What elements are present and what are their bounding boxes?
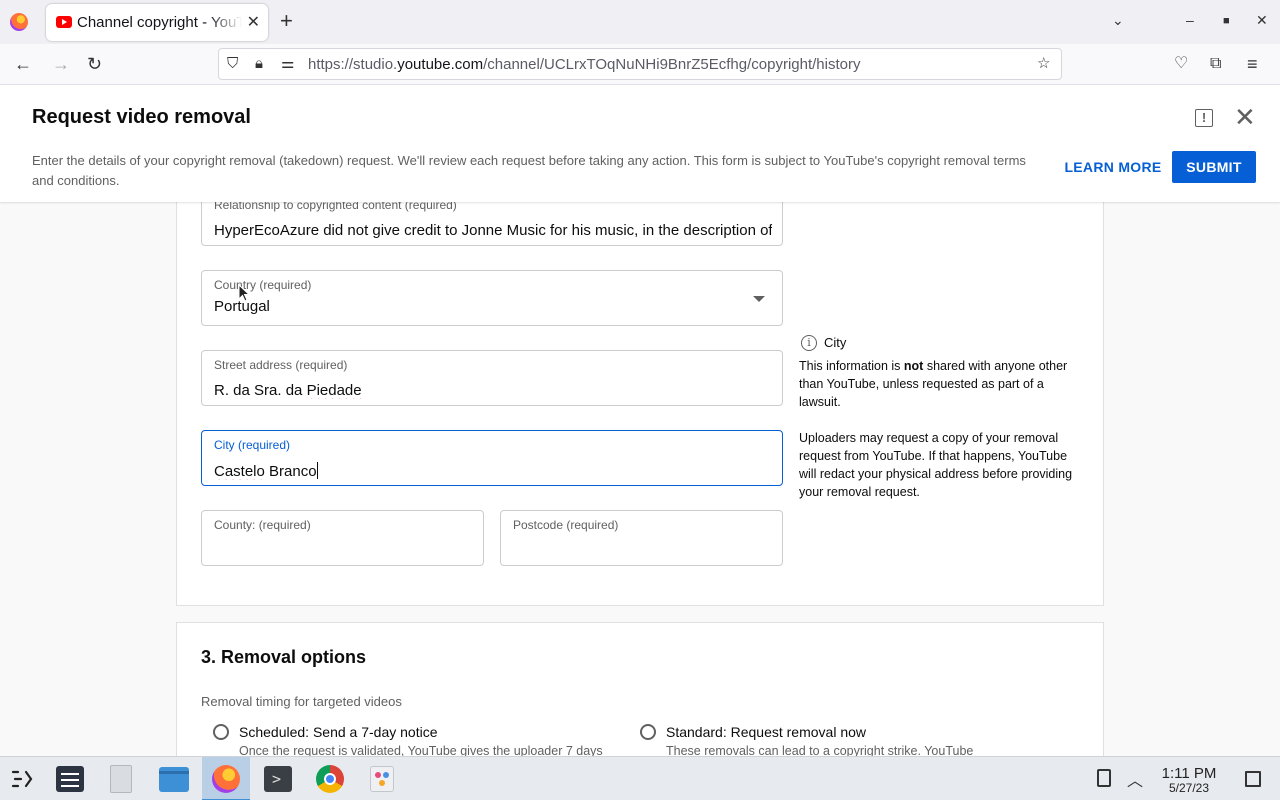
field-label: Street address (required) <box>214 358 348 372</box>
submit-button[interactable]: SUBMIT <box>1172 151 1256 183</box>
clipboard-icon[interactable] <box>1097 769 1111 787</box>
firefox-taskbar-icon[interactable] <box>202 757 250 800</box>
folder-icon[interactable] <box>150 757 198 800</box>
window-close-icon[interactable]: ✕ <box>1256 12 1268 29</box>
chrome-icon[interactable] <box>306 757 354 800</box>
forward-arrow-icon[interactable]: → <box>52 53 70 75</box>
field-value: HyperEcoAzure did not give credit to Jon… <box>214 222 772 239</box>
dialog-header: Request video removal Enter the details … <box>0 85 1280 202</box>
tab-title: Channel copyright - YouTube Studio <box>77 14 242 31</box>
field-label: County: (required) <box>214 518 311 532</box>
file-icon[interactable] <box>98 757 146 800</box>
standard-radio[interactable] <box>640 724 656 740</box>
field-label: Country (required) <box>214 278 312 292</box>
menu-hamburger-icon[interactable]: ≡ <box>1247 53 1258 75</box>
minimize-icon[interactable]: – <box>1186 12 1194 28</box>
url-bar[interactable]: ⛉ 🔒︎ ⚌ https://studio.youtube.com/channe… <box>218 48 1062 80</box>
radio-description: Once the request is validated, YouTube g… <box>239 744 603 756</box>
maximize-icon[interactable]: ■ <box>1223 15 1230 27</box>
county-field[interactable]: County: (required) <box>201 510 484 566</box>
dialog-description: Enter the details of your copyright remo… <box>32 153 1026 188</box>
radio-description: These removals can lead to a copyright s… <box>666 744 974 756</box>
dialog-title: Request video removal <box>32 106 251 128</box>
bookmark-star-icon[interactable]: ☆ <box>1037 55 1050 73</box>
terminal-icon[interactable]: > <box>254 757 302 800</box>
browser-tab[interactable]: Channel copyright - YouTube Studio ✕ <box>46 4 268 41</box>
back-arrow-icon[interactable]: ← <box>14 53 32 75</box>
lock-icon[interactable]: 🔒︎ <box>255 55 263 73</box>
radio-label[interactable]: Scheduled: Send a 7-day notice <box>239 724 437 740</box>
mouse-pointer-icon <box>238 284 250 302</box>
studio-page: Request video removal Enter the details … <box>0 85 1280 756</box>
photos-icon[interactable] <box>358 757 406 800</box>
learn-more-button[interactable]: LEARN MORE <box>1060 151 1166 183</box>
info-icon: i <box>801 335 817 351</box>
feedback-icon[interactable]: ! <box>1195 109 1213 127</box>
scheduled-radio[interactable] <box>213 724 229 740</box>
info-title: City <box>824 335 847 350</box>
close-icon[interactable]: ✕ <box>1234 103 1256 131</box>
field-value: R. da Sra. da Piedade <box>214 382 362 399</box>
browser-tab-bar: Channel copyright - YouTube Studio ✕ + ⌄… <box>0 0 1280 44</box>
street-address-field[interactable]: Street address (required) R. da Sra. da … <box>201 350 783 406</box>
reload-icon[interactable]: ↻ <box>87 53 102 75</box>
field-label: Postcode (required) <box>513 518 619 532</box>
youtube-favicon-icon <box>56 16 72 28</box>
section-subtitle: Removal timing for targeted videos <box>201 694 402 709</box>
show-desktop-icon[interactable] <box>1245 771 1261 787</box>
info-privacy-text: This information is not shared with anyo… <box>799 359 1068 409</box>
removal-options-card: 3. Removal options Removal timing for ta… <box>176 622 1104 756</box>
text-caret <box>316 462 318 479</box>
tray-expand-chevron-icon[interactable]: ︿ <box>1127 767 1143 791</box>
pocket-icon[interactable]: ♡ <box>1174 53 1188 75</box>
firefox-icon[interactable] <box>10 13 28 31</box>
field-label: City (required) <box>214 438 291 452</box>
browser-nav-bar: ← → ↻ ⛉ 🔒︎ ⚌ https://studio.youtube.com/… <box>0 44 1280 85</box>
radio-label[interactable]: Standard: Request removal now <box>666 724 866 740</box>
tab-close-icon[interactable]: ✕ <box>247 12 260 32</box>
country-select[interactable]: Country (required) Portugal <box>201 270 783 326</box>
dropdown-arrow-icon[interactable] <box>753 296 765 302</box>
postcode-field[interactable]: Postcode (required) <box>500 510 783 566</box>
tracking-shield-icon[interactable]: ⛉ <box>227 55 238 73</box>
url-text[interactable]: https://studio.youtube.com/channel/UCLrx… <box>308 56 861 73</box>
taskbar: > ︿ 1:11 PM 5/27/23 <box>0 756 1280 800</box>
system-settings-icon[interactable] <box>46 757 94 800</box>
city-field[interactable]: City (required) Castelo Branco <box>201 430 783 486</box>
info-redaction-text: Uploaders may request a copy of your rem… <box>799 431 1073 499</box>
tab-list-chevron-icon[interactable]: ⌄ <box>1112 12 1124 29</box>
new-tab-icon[interactable]: + <box>280 9 293 33</box>
section-title: 3. Removal options <box>201 647 367 667</box>
clock-time[interactable]: 1:11 PM <box>1152 765 1226 782</box>
extensions-icon[interactable]: ⧉ <box>1210 53 1221 75</box>
launcher-icon[interactable] <box>0 757 48 800</box>
clock-date[interactable]: 5/27/23 <box>1152 781 1226 795</box>
permissions-icon[interactable]: ⚌ <box>281 55 294 73</box>
field-value: Castelo Branco <box>214 462 318 480</box>
